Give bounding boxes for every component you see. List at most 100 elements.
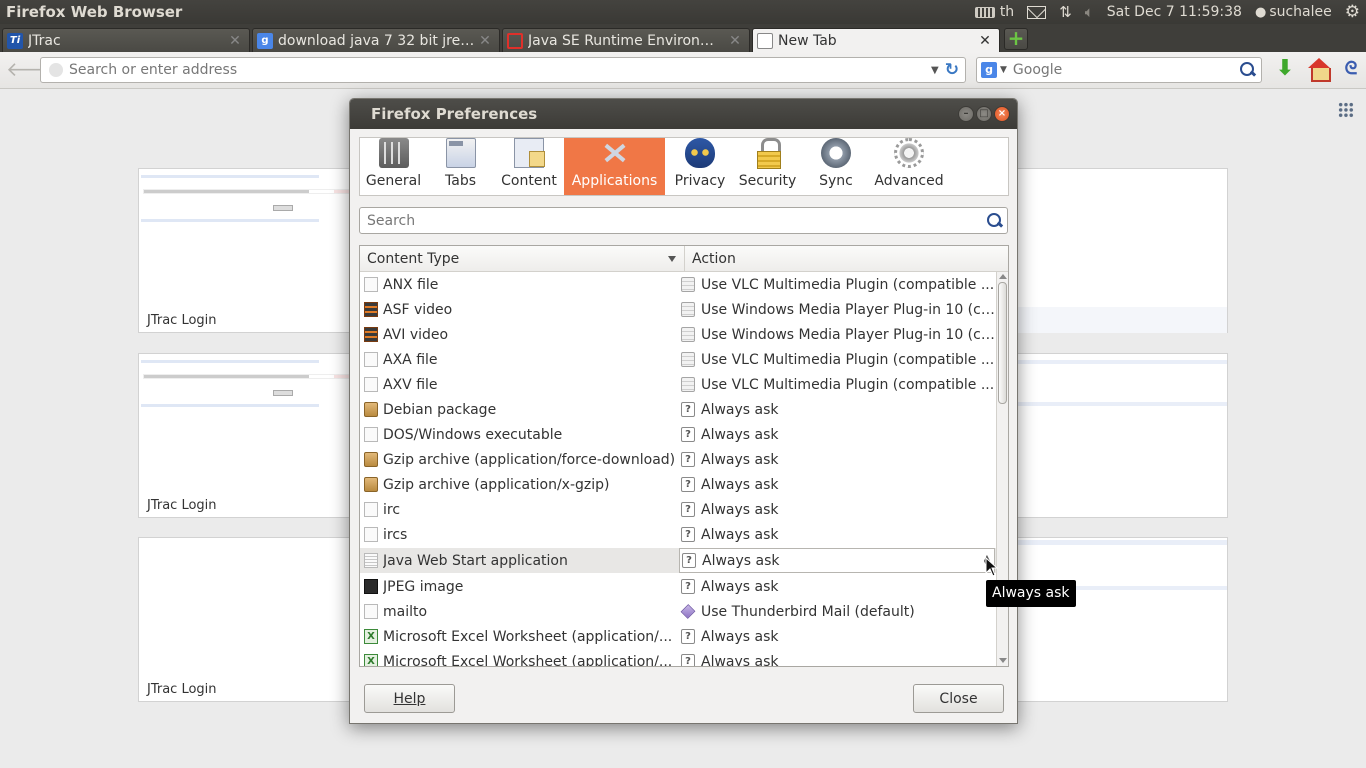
pane-security[interactable]: Security [735,138,800,195]
table-row[interactable]: irc? Always ask [360,497,996,522]
table-row[interactable]: JPEG image? Always ask [360,574,996,599]
engine-dropdown-icon[interactable]: ▼ [1000,65,1007,75]
table-row[interactable]: Gzip archive (application/force-download… [360,447,996,472]
content-type-search[interactable] [359,207,1008,234]
mail-icon[interactable] [1027,5,1047,19]
google-engine-icon[interactable]: g [981,62,997,78]
maximize-icon[interactable]: □ [976,106,992,122]
table-row[interactable]: Java Web Start application?Always ask▲▼ [360,548,996,573]
grid-toggle-icon[interactable] [1338,102,1354,118]
table-row[interactable]: mailto Use Thunderbird Mail (default) [360,599,996,624]
table-row[interactable]: AVI video Use Windows Media Player Plug-i… [360,322,996,347]
scrollbar-thumb[interactable] [998,282,1007,404]
network-icon[interactable]: ⇅ [1059,4,1072,20]
column-header-content-type[interactable]: Content Type [360,246,685,271]
site-thumbnail[interactable] [1016,168,1228,333]
user-icon[interactable]: ● [1255,6,1266,19]
close-tab-icon[interactable]: ✕ [977,33,993,49]
pane-sync[interactable]: Sync [800,138,872,195]
table-row[interactable]: X Microsoft Excel Worksheet (application/… [360,649,996,666]
close-button[interactable]: Close [913,684,1004,713]
settings-gear-icon[interactable]: ⚙ [1345,3,1360,21]
content-type-label: Debian package [383,401,497,418]
tab-new-tab[interactable]: New Tab ✕ [752,28,1000,53]
content-type-cell: mailto [360,604,679,620]
tab-jtrac[interactable]: Ti JTrac ✕ [2,28,250,52]
dialog-titlebar[interactable]: Firefox Preferences – □ × [350,99,1017,129]
downloads-button[interactable]: ⬇ [1274,58,1296,82]
search-icon[interactable] [1239,61,1257,79]
keyboard-icon[interactable] [974,6,995,18]
url-input[interactable] [69,62,932,78]
scroll-up-arrow-icon[interactable] [999,274,1007,279]
new-tab-button[interactable]: + [1004,28,1028,50]
back-button[interactable]: 🡐 [6,59,60,80]
search-icon[interactable] [986,212,1004,230]
table-row[interactable]: ircs? Always ask [360,522,996,547]
table-row[interactable]: AXV file Use VLC Multimedia Plugin (compa… [360,372,996,397]
site-identity-icon[interactable] [49,63,63,77]
table-row[interactable]: Debian package? Always ask [360,397,996,422]
clock[interactable]: Sat Dec 7 11:59:38 [1107,4,1242,20]
applications-icon [600,138,630,168]
table-row[interactable]: X Microsoft Excel Worksheet (application/… [360,624,996,649]
action-label: Always ask [701,578,779,595]
table-row[interactable]: AXA file Use VLC Multimedia Plugin (compa… [360,347,996,372]
content-type-cell: ASF video [360,302,679,318]
help-button[interactable]: Help [364,684,455,713]
content-type-cell: ircs [360,527,679,543]
minimize-icon[interactable]: – [958,106,974,122]
close-tab-icon[interactable]: ✕ [727,33,743,49]
pane-general[interactable]: General [360,138,427,195]
tab-java-se[interactable]: Java SE Runtime Environme... ✕ [502,28,750,52]
table-row[interactable]: ASF video Use Windows Media Player Plug-i… [360,297,996,322]
reload-icon[interactable]: ↻ [945,60,959,80]
action-cell: ? Always ask [679,579,996,595]
sync-icon [821,138,851,168]
pane-tabs[interactable]: Tabs [427,138,494,195]
web-search-bar[interactable]: g ▼ [976,57,1262,83]
action-cell: ? Always ask [679,502,996,518]
pane-advanced[interactable]: Advanced [872,138,946,195]
content-icon [514,138,545,168]
url-bar[interactable]: ▼ ↻ [40,57,966,83]
column-header-action[interactable]: Action [685,246,1008,271]
content-type-cell: ANX file [360,277,679,293]
site-thumbnail[interactable]: JTrac Login [138,168,779,333]
action-label: Use VLC Multimedia Plugin (compatible ..… [701,376,995,393]
close-window-icon[interactable]: × [994,106,1010,122]
excel-icon: X [364,629,378,644]
pane-content[interactable]: Content [494,138,564,195]
search-input[interactable] [1012,62,1239,78]
keyboard-layout-indicator[interactable]: th [1000,4,1014,20]
pane-label: Advanced [874,173,944,189]
close-button-label: Close [939,690,978,707]
site-thumbnail[interactable]: JTrac Login [138,537,352,702]
action-dropdown[interactable]: ?Always ask▲▼ [679,548,995,573]
pane-applications[interactable]: Applications [564,138,665,195]
home-button[interactable] [1306,58,1332,82]
site-thumbnail[interactable]: JTrac Login [138,353,779,518]
history-dropdown-icon[interactable]: ▼ [931,65,939,76]
action-label: Always ask [701,526,779,543]
table-row[interactable]: Gzip archive (application/x-gzip)? Always… [360,472,996,497]
volume-mute-icon[interactable]: 🔈︎ [1085,4,1094,20]
content-type-label: Gzip archive (application/force-download… [383,451,676,468]
always-ask-icon: ? [681,502,695,517]
site-thumbnail[interactable] [1016,537,1228,702]
addon-button[interactable]: ᘓ [1340,58,1362,82]
site-thumbnail[interactable] [1016,353,1228,518]
close-tab-icon[interactable]: ✕ [477,33,493,49]
content-type-cell: AVI video [360,327,679,343]
close-tab-icon[interactable]: ✕ [227,33,243,49]
thumbnail-caption: JTrac Login [147,498,217,513]
content-type-label: ANX file [383,276,439,293]
scroll-down-arrow-icon[interactable] [999,658,1007,663]
content-type-cell: Java Web Start application [360,553,679,569]
pane-privacy[interactable]: Privacy [665,138,735,195]
content-type-search-input[interactable] [360,212,986,229]
table-row[interactable]: DOS/Windows executable? Always ask [360,422,996,447]
tab-google-search[interactable]: g download java 7 32 bit jre - ... ✕ [252,28,500,52]
username[interactable]: suchalee [1269,4,1331,20]
table-row[interactable]: ANX file Use VLC Multimedia Plugin (compa… [360,272,996,297]
